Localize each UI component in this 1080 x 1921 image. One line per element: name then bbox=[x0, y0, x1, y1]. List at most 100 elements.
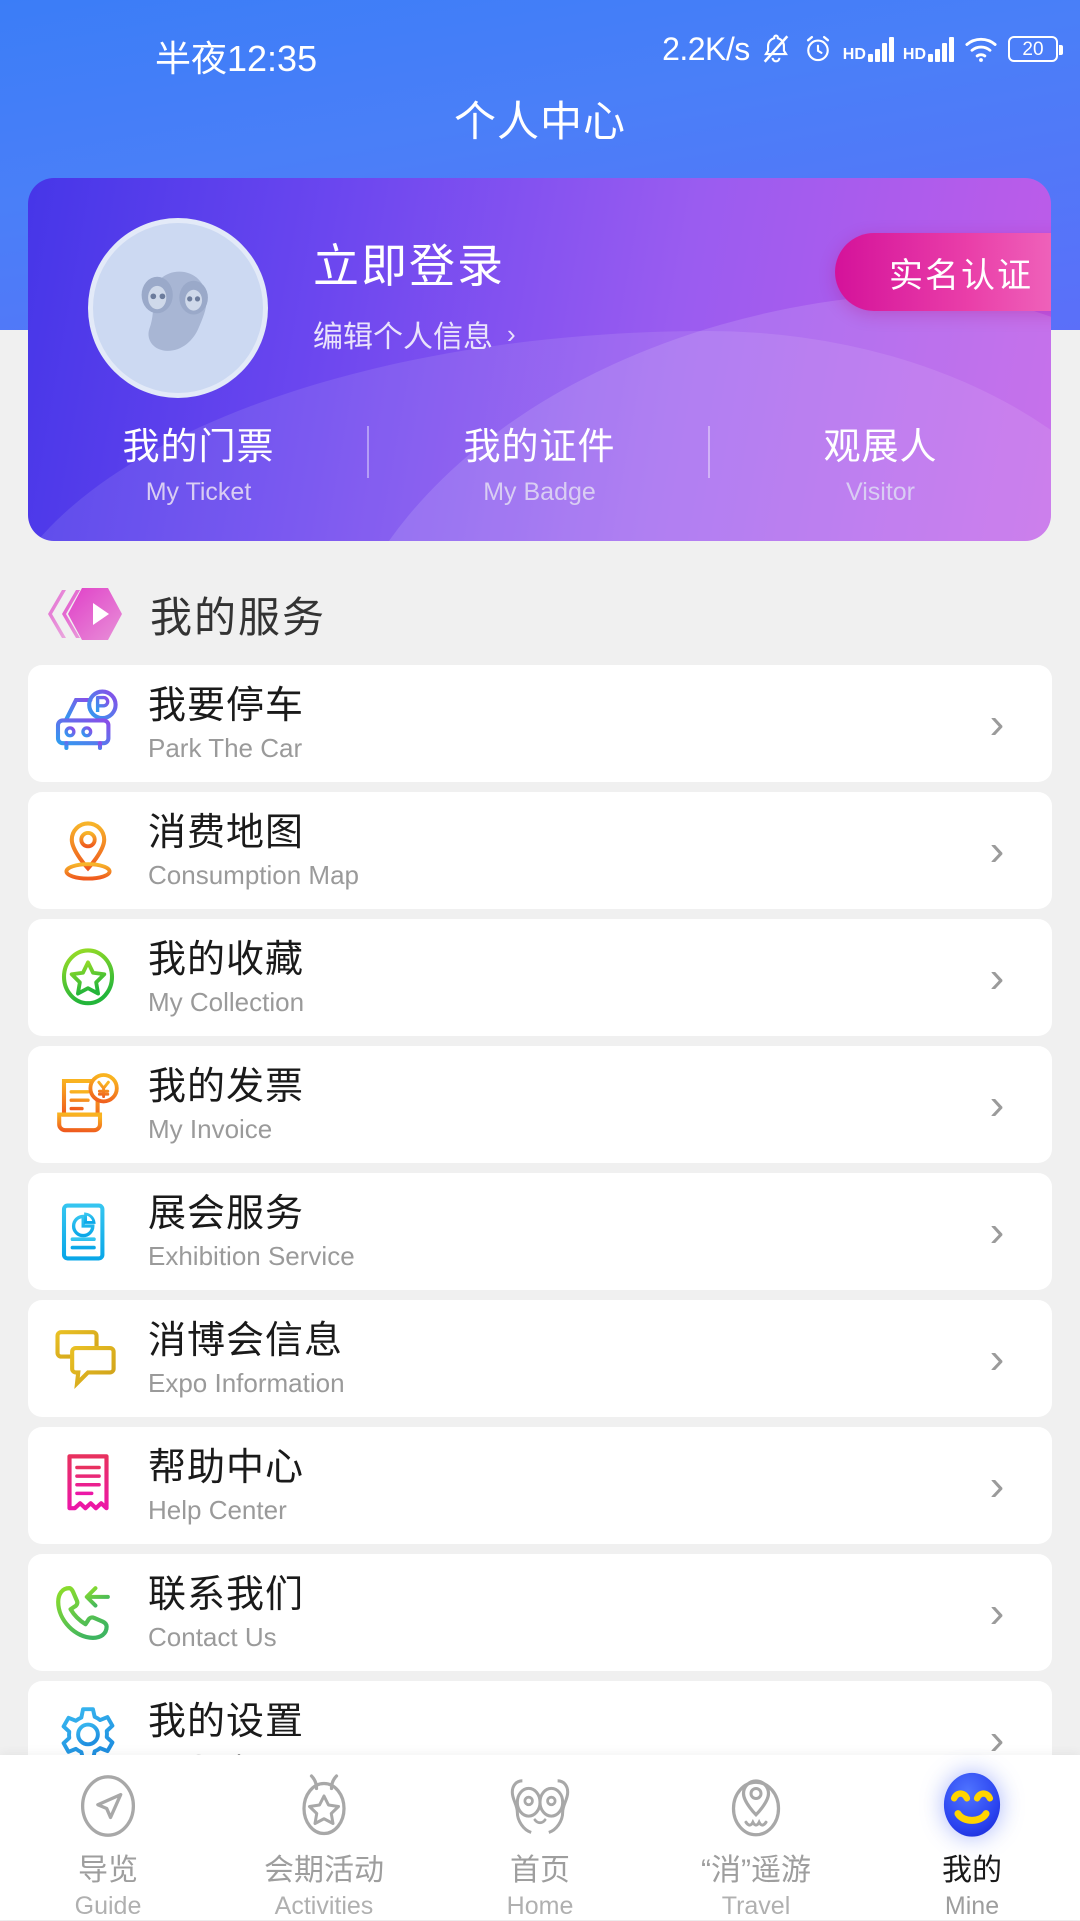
chevron-right-icon: › bbox=[989, 1079, 1005, 1129]
list-item-title: 我的设置 bbox=[148, 1701, 305, 1744]
nav-label-en: Travel bbox=[721, 1892, 791, 1920]
list-item[interactable]: 帮助中心 Help Center › bbox=[28, 1427, 1052, 1544]
map-pin-icon bbox=[28, 792, 148, 909]
login-button[interactable]: 立即登录 bbox=[313, 230, 505, 296]
network-speed-label: 2.2K/s bbox=[662, 30, 750, 67]
list-item-subtitle: Exhibition Service bbox=[148, 1241, 355, 1272]
tab-my-ticket[interactable]: 我的门票 My Ticket bbox=[28, 416, 369, 507]
chevron-right-icon: › bbox=[507, 318, 516, 349]
list-item-subtitle: Contact Us bbox=[148, 1622, 277, 1653]
chevron-right-icon: › bbox=[989, 825, 1005, 875]
nav-label-en: Mine bbox=[944, 1892, 1000, 1920]
list-item[interactable]: 展会服务 Exhibition Service › bbox=[28, 1173, 1052, 1290]
list-item-title: 联系我们 bbox=[148, 1574, 305, 1617]
parking-car-icon bbox=[28, 665, 148, 782]
list-item-texts: 帮助中心 Help Center bbox=[148, 1446, 942, 1524]
list-item-texts: 我的发票 My Invoice bbox=[148, 1065, 942, 1143]
phone-callback-icon bbox=[28, 1554, 148, 1671]
chevron-right-icon: › bbox=[989, 952, 1005, 1002]
nav-item-home[interactable]: 首页 Home bbox=[432, 1769, 648, 1921]
section-header-my-service: 我的服务 bbox=[42, 583, 326, 645]
avatar[interactable] bbox=[88, 218, 268, 398]
nav-item-guide[interactable]: 导览 Guide bbox=[0, 1769, 216, 1921]
list-item[interactable]: 消费地图 Consumption Map › bbox=[28, 792, 1052, 909]
nav-label-cn: 我的 bbox=[942, 1854, 1002, 1887]
list-item[interactable]: 消博会信息 Expo Information › bbox=[28, 1300, 1052, 1417]
chevron-right-icon: › bbox=[989, 698, 1005, 748]
battery-level-label: 20 bbox=[1022, 38, 1044, 60]
location-face-icon bbox=[723, 1769, 789, 1843]
tab-my-badge[interactable]: 我的证件 My Badge bbox=[369, 416, 710, 507]
list-item[interactable]: 我要停车 Park The Car › bbox=[28, 665, 1052, 782]
tab-visitor[interactable]: 观展人 Visitor bbox=[710, 416, 1051, 507]
star-circle-icon bbox=[28, 919, 148, 1036]
list-item-texts: 我要停车 Park The Car bbox=[148, 684, 942, 762]
list-item-subtitle: My Invoice bbox=[148, 1114, 273, 1145]
nav-label-cn: “消”遥游 bbox=[701, 1854, 811, 1887]
play-hexagon-icon bbox=[48, 588, 122, 640]
tab-visitor-en: Visitor bbox=[845, 478, 915, 506]
nav-item-mine[interactable]: 我的 Mine bbox=[864, 1769, 1080, 1921]
list-item-title: 我要停车 bbox=[148, 685, 305, 728]
wifi-icon bbox=[965, 37, 997, 62]
nav-label-cn: 导览 bbox=[78, 1854, 138, 1887]
list-item-title: 消费地图 bbox=[148, 812, 305, 855]
default-avatar-icon bbox=[141, 271, 208, 351]
realname-verify-button[interactable]: 实名认证 bbox=[835, 233, 1051, 311]
chevron-right-icon: › bbox=[989, 1333, 1005, 1383]
service-list: 我要停车 Park The Car › 消费地图 Consumption Map… bbox=[0, 665, 1080, 1808]
status-bar-time: 半夜12:35 bbox=[155, 38, 318, 79]
list-item-subtitle: Park The Car bbox=[148, 733, 303, 764]
section-title: 我的服务 bbox=[150, 593, 327, 641]
page-title: 个人中心 bbox=[453, 98, 626, 145]
list-item[interactable]: 我的收藏 My Collection › bbox=[28, 919, 1052, 1036]
compass-navigate-icon bbox=[75, 1769, 141, 1843]
edit-profile-label: 编辑个人信息 bbox=[313, 321, 493, 354]
nav-item-activities[interactable]: 会期活动 Activities bbox=[216, 1769, 432, 1921]
list-item-title: 展会服务 bbox=[148, 1193, 305, 1236]
list-item-texts: 我的收藏 My Collection bbox=[148, 938, 942, 1016]
list-item[interactable]: 我的发票 My Invoice › bbox=[28, 1046, 1052, 1163]
bell-mute-icon bbox=[763, 34, 789, 63]
alarm-clock-icon bbox=[806, 35, 829, 62]
edit-profile-link[interactable]: 编辑个人信息 › bbox=[313, 312, 516, 356]
list-item-texts: 联系我们 Contact Us bbox=[148, 1573, 942, 1651]
nav-item-travel[interactable]: “消”遥游 Travel bbox=[648, 1769, 864, 1921]
status-bar: 半夜12:35 2.2K/s HD HD 20 bbox=[0, 0, 1080, 90]
status-bar-icons: 2.2K/s HD HD 20 bbox=[662, 28, 1063, 70]
tab-visitor-cn: 观展人 bbox=[823, 426, 938, 467]
list-item-title: 我的发票 bbox=[148, 1066, 305, 1109]
tab-my-badge-en: My Badge bbox=[483, 478, 596, 506]
battery-icon: 20 bbox=[1008, 36, 1063, 62]
medal-star-icon bbox=[291, 1769, 357, 1843]
list-item[interactable]: 联系我们 Contact Us › bbox=[28, 1554, 1052, 1671]
chevron-right-icon: › bbox=[989, 1587, 1005, 1637]
tab-my-ticket-en: My Ticket bbox=[145, 478, 252, 506]
chat-bubbles-icon bbox=[28, 1300, 148, 1417]
help-receipt-icon bbox=[28, 1427, 148, 1544]
list-item-subtitle: Help Center bbox=[148, 1495, 287, 1526]
sim2-signal-icon: HD bbox=[903, 36, 954, 63]
sim1-signal-icon: HD bbox=[843, 36, 894, 63]
bottom-navigation-bar: 导览 Guide 会期活动 Activities 首页 Home “消”遥游 T… bbox=[0, 1755, 1080, 1920]
list-item-subtitle: Expo Information bbox=[148, 1368, 345, 1399]
list-item-title: 我的收藏 bbox=[148, 939, 305, 982]
invoice-yuan-icon bbox=[28, 1046, 148, 1163]
nav-label-cn: 首页 bbox=[510, 1854, 570, 1887]
list-item-texts: 消博会信息 Expo Information bbox=[148, 1319, 942, 1397]
profile-tabs: 我的门票 My Ticket 我的证件 My Badge 观展人 Visitor bbox=[28, 416, 1051, 507]
tab-my-ticket-cn: 我的门票 bbox=[122, 426, 275, 467]
nav-label-en: Activities bbox=[274, 1892, 374, 1920]
list-item-subtitle: My Collection bbox=[148, 987, 305, 1018]
nav-label-en: Guide bbox=[74, 1892, 142, 1920]
list-item-title: 消博会信息 bbox=[148, 1320, 344, 1363]
nav-label-en: Home bbox=[506, 1892, 574, 1920]
list-item-texts: 展会服务 Exhibition Service bbox=[148, 1192, 942, 1270]
list-item-texts: 消费地图 Consumption Map bbox=[148, 811, 942, 889]
chevron-right-icon: › bbox=[989, 1206, 1005, 1256]
chevron-right-icon: › bbox=[989, 1460, 1005, 1510]
profile-card[interactable]: 立即登录 编辑个人信息 › 实名认证 我的门票 My Ticket 我的证件 M… bbox=[28, 178, 1051, 541]
exhibition-document-icon bbox=[28, 1173, 148, 1290]
nav-label-cn: 会期活动 bbox=[264, 1854, 384, 1887]
smiley-face-icon bbox=[935, 1769, 1009, 1843]
